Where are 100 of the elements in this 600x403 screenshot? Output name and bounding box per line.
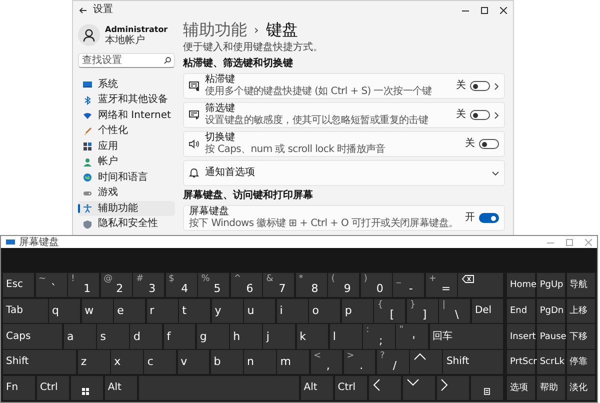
sidebar-item[interactable]: 辅助功能 <box>78 201 175 216</box>
chevron-right-icon[interactable] <box>494 82 499 90</box>
sidebar-item[interactable]: 游戏 <box>78 186 175 200</box>
key[interactable]: n <box>244 350 276 374</box>
key[interactable]: Shift <box>443 350 503 374</box>
key[interactable]: ScrLk <box>536 350 566 374</box>
key[interactable]: Insert <box>507 324 536 349</box>
key[interactable]: q <box>49 298 80 323</box>
sidebar-item[interactable]: 帐户 <box>78 154 175 170</box>
key[interactable]: p <box>342 298 373 323</box>
arrow-key[interactable] <box>410 350 442 374</box>
close-icon[interactable] <box>500 6 507 14</box>
key[interactable]: } ] <box>406 298 438 323</box>
key[interactable]: g <box>196 324 229 349</box>
key[interactable]: c <box>144 350 176 374</box>
key[interactable]: 淡化 <box>566 376 595 400</box>
key[interactable]: i <box>276 298 308 323</box>
key[interactable]: y <box>212 298 243 323</box>
key[interactable]: & 7 <box>263 273 294 298</box>
menu-key[interactable] <box>470 376 504 400</box>
sidebar-item[interactable]: 时间和语言 <box>78 170 175 185</box>
key[interactable]: # 3 <box>133 273 164 298</box>
key[interactable]: _ - <box>393 273 424 298</box>
windows-key[interactable] <box>70 376 104 400</box>
chevron-right-icon[interactable] <box>494 112 499 118</box>
setting-card[interactable]: 通知首选项 <box>183 160 505 186</box>
key[interactable]: Alt <box>104 376 138 400</box>
key[interactable]: { [ <box>374 298 406 323</box>
key[interactable]: Caps <box>3 324 62 349</box>
key[interactable]: ^ 6 <box>230 273 262 298</box>
key[interactable]: Ctrl <box>334 376 368 400</box>
key[interactable]: ~ ` <box>36 273 67 298</box>
key[interactable]: v <box>178 350 210 374</box>
sidebar-item[interactable]: 应用 <box>78 139 175 154</box>
sidebar-item[interactable]: 系统 <box>78 77 175 92</box>
key[interactable]: @ 2 <box>100 273 132 298</box>
key[interactable]: > . <box>344 350 376 374</box>
search-field[interactable]: 查找设置 <box>78 53 175 68</box>
key[interactable]: Shift <box>3 350 76 374</box>
key[interactable]: 选项 <box>507 376 536 400</box>
chevron-down-icon[interactable] <box>492 170 499 176</box>
key[interactable]: Home <box>507 273 536 298</box>
key[interactable]: PgUp <box>536 273 566 298</box>
key[interactable]: a <box>64 324 96 349</box>
key[interactable]: m <box>277 350 309 374</box>
key[interactable]: 帮助 <box>536 376 566 400</box>
toggle-switch[interactable] <box>479 213 499 223</box>
key[interactable]: w <box>82 298 113 323</box>
key[interactable]: ( 9 <box>328 273 360 298</box>
key[interactable]: 回车 <box>430 324 503 349</box>
key[interactable]: End <box>507 298 536 323</box>
key[interactable]: 导航 <box>566 273 595 298</box>
key[interactable]: + = <box>426 273 457 298</box>
breadcrumb-link[interactable]: 辅助功能 <box>183 20 247 40</box>
key[interactable]: z <box>78 350 110 374</box>
sidebar-item[interactable]: 网络和 Internet <box>78 108 175 123</box>
key[interactable]: Tab <box>3 298 48 323</box>
setting-card[interactable]: 筛选键 设置键盘的敏感度，使其可以忽略短暂或重复的击键 关 <box>183 102 505 128</box>
key[interactable]: ! 1 <box>68 273 100 298</box>
setting-card[interactable]: 粘滞键 使用多个键的键盘快捷键 (如 Ctrl + S) 一次按一个键 关 <box>183 73 505 99</box>
key[interactable]: PgDn <box>536 298 566 323</box>
key[interactable]: e <box>114 298 146 323</box>
key[interactable]: r <box>146 298 178 323</box>
key[interactable]: 下移 <box>566 324 595 349</box>
key[interactable]: s <box>97 324 129 349</box>
key[interactable]: b <box>210 350 243 374</box>
key[interactable]: Fn <box>3 376 36 400</box>
key[interactable]: f <box>164 324 196 349</box>
key[interactable]: " ' <box>396 324 428 349</box>
key[interactable]: x <box>111 350 143 374</box>
key[interactable]: j <box>263 324 296 349</box>
key[interactable]: Del <box>472 298 503 323</box>
toggle-switch[interactable] <box>470 81 490 91</box>
toggle-switch[interactable] <box>470 110 490 120</box>
key[interactable]: Ctrl <box>36 376 70 400</box>
key[interactable]: Esc <box>3 273 34 298</box>
back-arrow-icon[interactable] <box>79 6 87 14</box>
setting-card[interactable]: 屏幕键盘 按下 Windows 徽标键 ⊞ + Ctrl + O 可打开或关闭屏幕键盘。 开 <box>183 205 505 231</box>
key[interactable]: d <box>130 324 162 349</box>
key[interactable]: < , <box>310 350 342 374</box>
maximize-icon[interactable] <box>481 6 488 14</box>
key[interactable]: ? / <box>376 350 409 374</box>
setting-card[interactable]: 切换键 按 Caps、num 或 scroll lock 时播放声音 关 <box>183 131 505 157</box>
sidebar-item[interactable]: 隐私和安全性 <box>78 216 175 232</box>
key[interactable]: * 8 <box>296 273 327 298</box>
toggle-switch[interactable] <box>479 139 499 149</box>
key[interactable]: k <box>296 324 328 349</box>
key[interactable]: Pause <box>536 324 566 349</box>
key[interactable]: l <box>330 324 362 349</box>
key[interactable]: 上移 <box>566 298 595 323</box>
key[interactable]: | \ <box>439 298 470 323</box>
key[interactable]: % 5 <box>198 273 230 298</box>
sidebar-item[interactable]: 蓝牙和其他设备 <box>78 92 175 108</box>
key[interactable]: h <box>230 324 262 349</box>
backspace-key[interactable] <box>458 273 503 298</box>
key[interactable]: o <box>309 298 340 323</box>
key[interactable]: 停靠 <box>566 350 595 374</box>
key[interactable]: Alt <box>300 376 334 400</box>
key[interactable]: : ; <box>363 324 395 349</box>
key[interactable]: u <box>244 298 276 323</box>
